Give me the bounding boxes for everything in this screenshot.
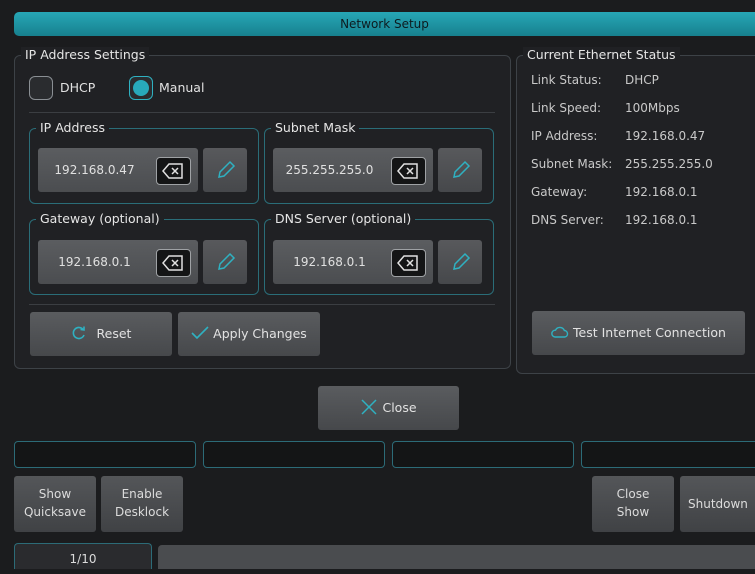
ethernet-status-title: Current Ethernet Status (523, 47, 680, 63)
dns-server-field[interactable]: 192.168.0.1 (273, 240, 433, 284)
enable-desklock-button[interactable]: Enable Desklock (101, 476, 183, 532)
refresh-icon (72, 326, 85, 340)
status-label: DNS Server: (531, 213, 604, 227)
status-label: IP Address: (531, 129, 598, 143)
gateway-value: 192.168.0.1 (58, 255, 131, 269)
dhcp-radio[interactable] (29, 76, 53, 100)
reset-label: Reset (96, 326, 132, 341)
subnet-mask-edit-button[interactable] (438, 148, 482, 192)
pencil-icon (218, 252, 236, 270)
close-show-button[interactable]: Close Show (592, 476, 674, 532)
status-label: Subnet Mask: (531, 157, 613, 171)
status-value: 100Mbps (625, 101, 680, 115)
reset-button[interactable]: Reset (30, 312, 172, 356)
show-quicksave-button[interactable]: Show Quicksave (14, 476, 96, 532)
pencil-icon (453, 160, 471, 178)
button-line: Quicksave (23, 505, 87, 519)
status-value: 192.168.0.1 (625, 213, 698, 227)
close-label: Close (382, 400, 417, 415)
pencil-icon (453, 252, 471, 270)
cloud-icon (551, 326, 569, 338)
dhcp-label: DHCP (60, 80, 96, 95)
status-label: Link Speed: (531, 101, 602, 115)
dns-server-value: 192.168.0.1 (293, 255, 366, 269)
dns-server-title: DNS Server (optional) (271, 211, 416, 227)
divider (29, 112, 495, 113)
apply-changes-button[interactable]: Apply Changes (178, 312, 320, 356)
radio-selected-dot (133, 80, 149, 96)
test-internet-label: Test Internet Connection (573, 325, 726, 340)
ip-address-field[interactable]: 192.168.0.47 (38, 148, 198, 192)
tab-slot[interactable] (14, 441, 196, 468)
backspace-icon[interactable] (156, 249, 191, 277)
ip-address-value: 192.168.0.47 (54, 163, 135, 177)
button-line: Show (38, 487, 72, 501)
apply-changes-label: Apply Changes (213, 326, 307, 341)
gateway-title: Gateway (optional) (36, 211, 164, 227)
manual-label: Manual (159, 80, 205, 95)
subnet-mask-title: Subnet Mask (271, 120, 360, 136)
divider (29, 304, 495, 305)
ip-settings-title: IP Address Settings (21, 47, 150, 63)
tab-slot[interactable] (203, 441, 385, 468)
checkmark-icon (191, 326, 209, 340)
window-title: Network Setup (14, 12, 755, 36)
status-value: 255.255.255.0 (625, 157, 713, 171)
subnet-mask-value: 255.255.255.0 (285, 163, 374, 177)
pencil-icon (218, 160, 236, 178)
gateway-edit-button[interactable] (203, 240, 247, 284)
backspace-icon[interactable] (156, 157, 191, 185)
status-label: Gateway: (531, 185, 588, 199)
manual-radio[interactable] (129, 76, 153, 100)
button-line: Enable (121, 487, 163, 501)
button-line: Desklock (114, 505, 170, 519)
status-value: 192.168.0.1 (625, 185, 698, 199)
bottom-bar (158, 545, 755, 569)
dns-server-edit-button[interactable] (438, 240, 482, 284)
x-icon (361, 399, 377, 415)
subnet-mask-field[interactable]: 255.255.255.0 (273, 148, 433, 192)
page-indicator-text: 1/10 (69, 552, 97, 566)
status-value: 192.168.0.47 (625, 129, 706, 143)
shutdown-button[interactable]: Shutdown (680, 476, 755, 532)
status-label: Link Status: (531, 73, 602, 87)
ip-address-edit-button[interactable] (203, 148, 247, 192)
backspace-icon[interactable] (391, 249, 426, 277)
gateway-field[interactable]: 192.168.0.1 (38, 240, 198, 284)
button-line: Show (616, 505, 650, 519)
button-line: Close (616, 487, 650, 501)
tab-slot[interactable] (581, 441, 755, 468)
tab-slot[interactable] (392, 441, 574, 468)
shutdown-label: Shutdown (688, 497, 748, 511)
status-value: DHCP (625, 73, 659, 87)
test-internet-button[interactable]: Test Internet Connection (532, 311, 745, 355)
page-indicator[interactable]: 1/10 (14, 543, 152, 569)
ip-address-title: IP Address (36, 120, 109, 136)
close-button[interactable]: Close (318, 386, 459, 430)
backspace-icon[interactable] (391, 157, 426, 185)
